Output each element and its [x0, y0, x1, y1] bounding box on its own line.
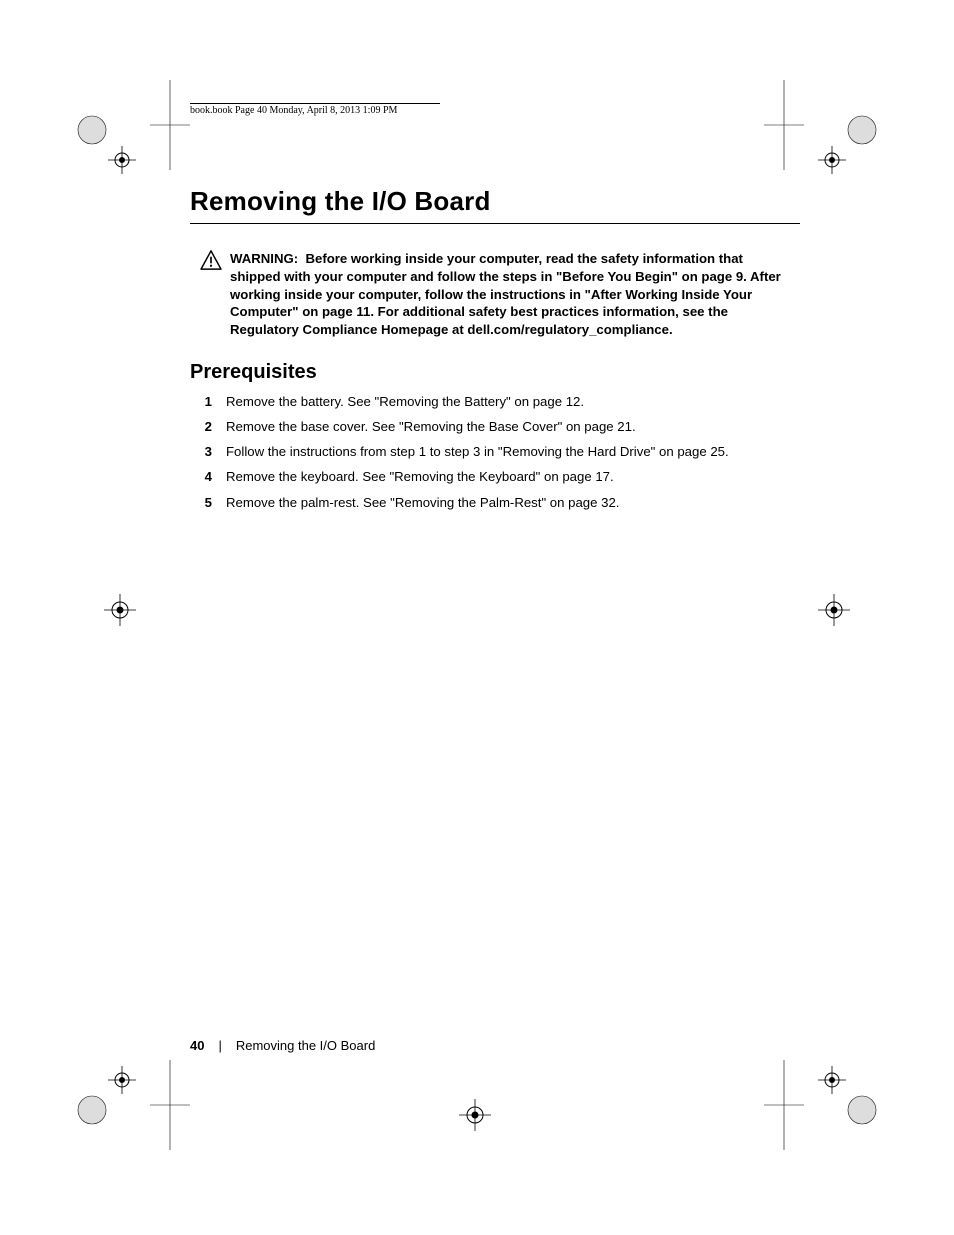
list-item: Remove the base cover. See "Removing the… — [190, 417, 790, 436]
page-content: book.book Page 40 Monday, April 8, 2013 … — [190, 100, 790, 518]
crop-mark-icon — [72, 1060, 142, 1130]
page-footer: 40 | Removing the I/O Board — [190, 1038, 375, 1053]
warning-body: Before working inside your computer, rea… — [230, 251, 781, 337]
step-text: Remove the keyboard. See "Removing the K… — [226, 467, 790, 486]
warning-text: WARNING: Before working inside your comp… — [230, 250, 790, 339]
list-item: Remove the battery. See "Removing the Ba… — [190, 392, 790, 411]
list-item: Follow the instructions from step 1 to s… — [190, 442, 790, 461]
title-divider — [190, 223, 800, 224]
step-text: Remove the battery. See "Removing the Ba… — [226, 392, 790, 411]
steps-list: Remove the battery. See "Removing the Ba… — [190, 392, 790, 512]
page-title: Removing the I/O Board — [190, 186, 790, 217]
footer-title: Removing the I/O Board — [236, 1038, 375, 1053]
list-item: Remove the palm-rest. See "Removing the … — [190, 493, 790, 512]
warning-block: WARNING: Before working inside your comp… — [190, 250, 790, 339]
step-text: Remove the palm-rest. See "Removing the … — [226, 493, 790, 512]
crop-line-icon — [150, 80, 190, 170]
list-item: Remove the keyboard. See "Removing the K… — [190, 467, 790, 486]
register-mark-icon — [455, 1095, 495, 1135]
running-header: book.book Page 40 Monday, April 8, 2013 … — [190, 103, 440, 116]
crop-mark-icon — [812, 1060, 882, 1130]
step-text: Follow the instructions from step 1 to s… — [226, 442, 790, 461]
register-mark-icon — [814, 590, 854, 630]
register-mark-icon — [100, 590, 140, 630]
footer-separator: | — [218, 1038, 221, 1053]
warning-icon — [200, 250, 222, 275]
crop-mark-icon — [72, 110, 142, 180]
warning-label: WARNING: — [230, 251, 298, 266]
crop-line-icon — [150, 1060, 190, 1150]
section-heading: Prerequisites — [190, 361, 790, 384]
step-text: Remove the base cover. See "Removing the… — [226, 417, 790, 436]
crop-line-icon — [764, 1060, 804, 1150]
crop-mark-icon — [812, 110, 882, 180]
page-number: 40 — [190, 1038, 204, 1053]
